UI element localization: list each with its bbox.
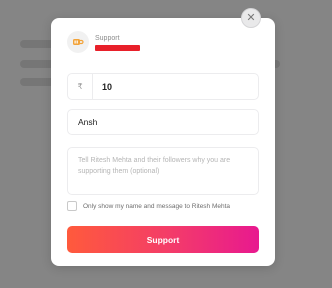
currency-symbol: ₹ (68, 74, 93, 99)
privacy-checkbox-label[interactable]: Only show my name and message to Ritesh … (83, 203, 230, 210)
amount-field[interactable]: ₹ 10 (67, 73, 259, 100)
support-modal: Support ₹ 10 Ansh Tell Ritesh Mehta and … (51, 18, 275, 266)
modal-header: Support (67, 31, 140, 53)
amount-input[interactable]: 10 (93, 82, 112, 92)
privacy-checkbox[interactable] (67, 201, 77, 211)
message-placeholder: Tell Ritesh Mehta and their followers wh… (78, 157, 231, 175)
coffee-cup-icon (67, 31, 89, 53)
support-label: Support (95, 34, 120, 42)
close-icon[interactable]: ✕ (241, 8, 261, 28)
message-textarea[interactable]: Tell Ritesh Mehta and their followers wh… (67, 147, 259, 195)
privacy-option[interactable]: Only show my name and message to Ritesh … (67, 201, 230, 211)
support-button[interactable]: Support (67, 226, 259, 253)
name-input[interactable]: Ansh (67, 109, 259, 135)
creator-name-redacted (95, 44, 140, 51)
header-text: Support (95, 34, 140, 51)
